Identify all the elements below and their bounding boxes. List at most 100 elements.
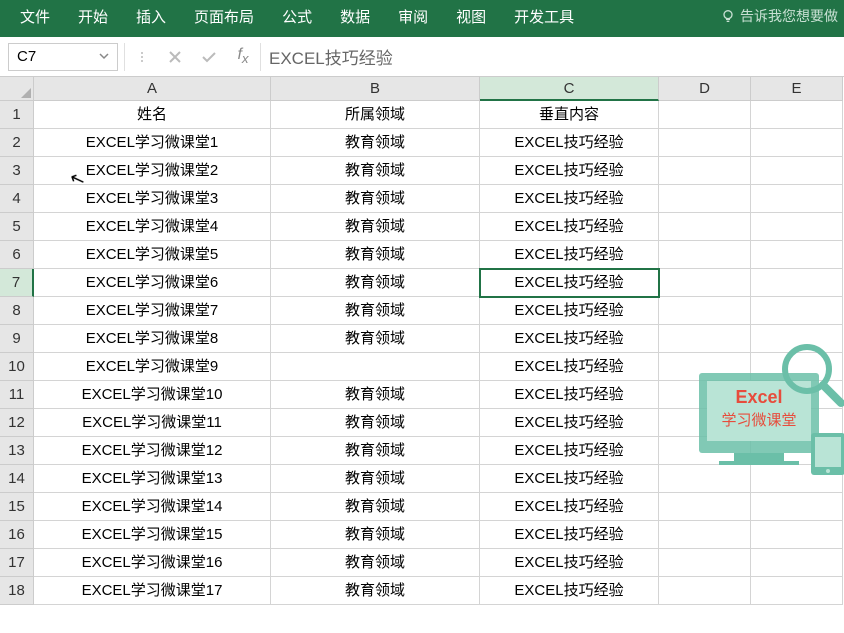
cell[interactable]: [659, 493, 751, 521]
cell[interactable]: EXCEL学习微课堂1: [34, 129, 271, 157]
row-header[interactable]: 1: [0, 101, 34, 129]
cell[interactable]: EXCEL技巧经验: [480, 465, 659, 493]
cell[interactable]: [659, 353, 751, 381]
cell[interactable]: [751, 409, 843, 437]
cell[interactable]: [751, 269, 843, 297]
cell[interactable]: EXCEL学习微课堂7: [34, 297, 271, 325]
row-header[interactable]: 12: [0, 409, 34, 437]
cell[interactable]: EXCEL技巧经验: [480, 269, 659, 297]
cell[interactable]: [751, 185, 843, 213]
row-header[interactable]: 7: [0, 269, 34, 297]
cell[interactable]: 教育领域: [271, 241, 480, 269]
cell[interactable]: [659, 213, 751, 241]
cell[interactable]: EXCEL学习微课堂2: [34, 157, 271, 185]
cell[interactable]: EXCEL技巧经验: [480, 185, 659, 213]
cell[interactable]: EXCEL技巧经验: [480, 241, 659, 269]
cell[interactable]: EXCEL技巧经验: [480, 353, 659, 381]
cell[interactable]: 垂直内容: [480, 101, 659, 129]
cell[interactable]: [659, 465, 751, 493]
cell[interactable]: [659, 409, 751, 437]
cell[interactable]: EXCEL技巧经验: [480, 381, 659, 409]
enter-button[interactable]: [192, 43, 226, 71]
row-header[interactable]: 8: [0, 297, 34, 325]
cell[interactable]: EXCEL技巧经验: [480, 577, 659, 605]
cell[interactable]: [751, 577, 843, 605]
cell[interactable]: [751, 297, 843, 325]
cell[interactable]: EXCEL技巧经验: [480, 325, 659, 353]
cell[interactable]: EXCEL学习微课堂9: [34, 353, 271, 381]
cell[interactable]: [659, 101, 751, 129]
cell[interactable]: [659, 325, 751, 353]
row-header[interactable]: 18: [0, 577, 34, 605]
column-header[interactable]: B: [271, 77, 480, 101]
cell[interactable]: [659, 241, 751, 269]
row-header[interactable]: 17: [0, 549, 34, 577]
row-header[interactable]: 5: [0, 213, 34, 241]
cell[interactable]: [751, 549, 843, 577]
cell[interactable]: EXCEL技巧经验: [480, 213, 659, 241]
cell[interactable]: EXCEL技巧经验: [480, 157, 659, 185]
cell[interactable]: [751, 157, 843, 185]
cell[interactable]: EXCEL技巧经验: [480, 409, 659, 437]
cell[interactable]: EXCEL学习微课堂15: [34, 521, 271, 549]
cell[interactable]: [751, 213, 843, 241]
cell[interactable]: 教育领域: [271, 297, 480, 325]
cell[interactable]: [659, 269, 751, 297]
row-header[interactable]: 3: [0, 157, 34, 185]
cell[interactable]: 所属领域: [271, 101, 480, 129]
cell[interactable]: [659, 577, 751, 605]
cell[interactable]: 教育领域: [271, 493, 480, 521]
ribbon-tab[interactable]: 审阅: [384, 0, 442, 33]
cell[interactable]: 教育领域: [271, 325, 480, 353]
cell[interactable]: [659, 129, 751, 157]
cell[interactable]: 教育领域: [271, 521, 480, 549]
cell[interactable]: [659, 521, 751, 549]
cell[interactable]: EXCEL学习微课堂12: [34, 437, 271, 465]
cell[interactable]: [751, 381, 843, 409]
cell[interactable]: 教育领域: [271, 549, 480, 577]
cell[interactable]: 教育领域: [271, 129, 480, 157]
cell[interactable]: 教育领域: [271, 157, 480, 185]
cell[interactable]: EXCEL学习微课堂13: [34, 465, 271, 493]
cell[interactable]: EXCEL学习微课堂14: [34, 493, 271, 521]
cell[interactable]: [751, 521, 843, 549]
cell[interactable]: EXCEL技巧经验: [480, 297, 659, 325]
insert-function-button[interactable]: fx: [226, 43, 260, 71]
cell[interactable]: EXCEL技巧经验: [480, 549, 659, 577]
cell[interactable]: [751, 353, 843, 381]
column-header[interactable]: C: [480, 77, 659, 101]
cell[interactable]: EXCEL学习微课堂16: [34, 549, 271, 577]
column-header[interactable]: A: [34, 77, 271, 101]
cell[interactable]: EXCEL学习微课堂3: [34, 185, 271, 213]
cell[interactable]: [751, 465, 843, 493]
cell[interactable]: 姓名: [34, 101, 271, 129]
row-header[interactable]: 16: [0, 521, 34, 549]
ribbon-tab[interactable]: 开发工具: [500, 0, 588, 33]
cell[interactable]: 教育领域: [271, 269, 480, 297]
row-header[interactable]: 4: [0, 185, 34, 213]
cell[interactable]: 教育领域: [271, 465, 480, 493]
cell[interactable]: [659, 157, 751, 185]
ribbon-tab[interactable]: 插入: [122, 0, 180, 33]
cell[interactable]: [751, 101, 843, 129]
cell[interactable]: EXCEL学习微课堂6: [34, 269, 271, 297]
cell[interactable]: [751, 241, 843, 269]
cell[interactable]: [751, 437, 843, 465]
row-header[interactable]: 14: [0, 465, 34, 493]
cell[interactable]: 教育领域: [271, 381, 480, 409]
spreadsheet-grid[interactable]: ABCDE 1姓名所属领域垂直内容2EXCEL学习微课堂1教育领域EXCEL技巧…: [0, 77, 844, 633]
cell[interactable]: EXCEL技巧经验: [480, 437, 659, 465]
tell-me-search[interactable]: 告诉我您想要做: [720, 6, 838, 26]
cell[interactable]: [659, 185, 751, 213]
ribbon-tab[interactable]: 开始: [64, 0, 122, 33]
ribbon-tab[interactable]: 数据: [326, 0, 384, 33]
cell[interactable]: EXCEL学习微课堂10: [34, 381, 271, 409]
ribbon-tab[interactable]: 文件: [6, 0, 64, 33]
cell[interactable]: EXCEL学习微课堂11: [34, 409, 271, 437]
cell[interactable]: [751, 325, 843, 353]
cell[interactable]: [751, 493, 843, 521]
ribbon-tab[interactable]: 视图: [442, 0, 500, 33]
row-header[interactable]: 11: [0, 381, 34, 409]
cell[interactable]: EXCEL技巧经验: [480, 521, 659, 549]
formula-input[interactable]: [261, 43, 844, 71]
